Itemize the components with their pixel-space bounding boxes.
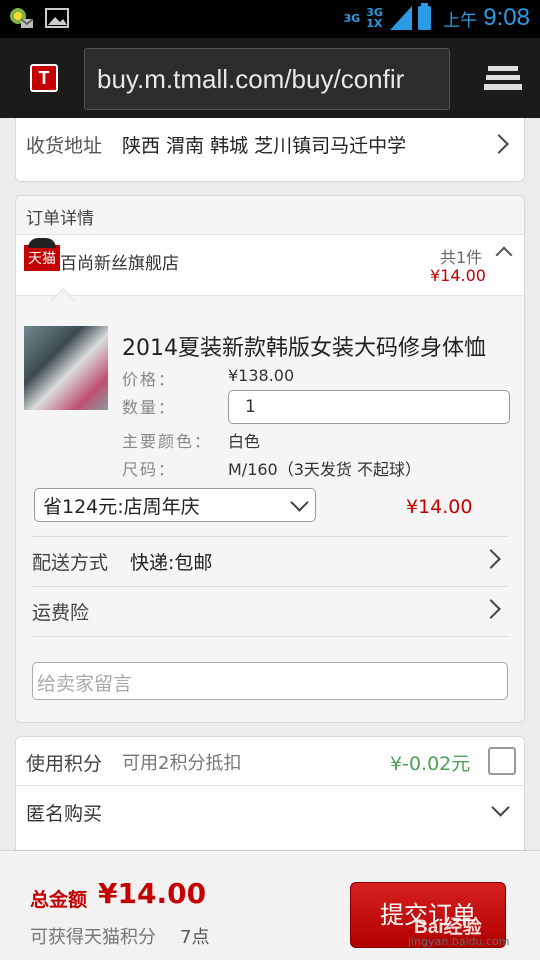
divider [32, 636, 508, 637]
chevron-right-icon [489, 134, 509, 154]
quantity-label: 数量： [122, 398, 177, 417]
points-amount: ¥-0.02元 [390, 753, 471, 775]
status-ampm: 上午 [443, 10, 478, 31]
browser-toolbar: T buy.m.tmall.com/buy/confir [0, 38, 540, 118]
quantity-input[interactable]: 1 [228, 390, 510, 424]
earn-points-value: 7点 [180, 927, 210, 948]
divider [32, 536, 508, 537]
chevron-down-icon [491, 798, 510, 817]
signal-icon [390, 6, 413, 30]
total-label: 总金额 [30, 889, 88, 911]
price-label: 价格： [122, 370, 177, 389]
url-bar[interactable]: buy.m.tmall.com/buy/confir [84, 48, 450, 110]
battery-icon [418, 3, 432, 30]
product-title: 2014夏装新款韩版女装大码修身体恤 [122, 336, 486, 361]
status-bar: 3G 3G 1X 上午 9:08 [0, 0, 540, 38]
promotion-select[interactable]: 省124元:店周年庆 [34, 488, 316, 522]
page-content: 收货地址 陕西 渭南 韩城 芝川镇司马迁中学 订单详情 天猫 百尚新丝旗舰店 共… [0, 118, 540, 850]
size-label: 尺码： [122, 460, 177, 479]
earn-points-label: 可获得天猫积分 [30, 927, 156, 948]
image-notification-icon [45, 8, 69, 28]
store-name: 百尚新丝旗舰店 [60, 254, 179, 274]
order-details-card: 订单详情 天猫 百尚新丝旗舰店 共1件 ¥14.00 2014夏装新款韩版女装大… [15, 195, 525, 723]
order-details-title: 订单详情 [26, 209, 94, 229]
store-item-count: 共1件 [440, 248, 483, 267]
anonymous-purchase-label: 匿名购买 [26, 803, 103, 825]
product-image [24, 326, 108, 410]
color-label: 主要颜色： [122, 432, 213, 451]
status-time: 9:08 [483, 4, 530, 31]
size-value: M/160（3天发货 不起球） [228, 460, 422, 479]
color-value: 白色 [228, 432, 261, 451]
watermark-url: jingyan.baidu.com [408, 935, 510, 948]
store-subtotal: ¥14.00 [430, 266, 486, 285]
seller-message-input[interactable]: 给卖家留言 [32, 662, 508, 700]
shipping-label: 配送方式 [32, 552, 109, 574]
total-amount: ¥14.00 [98, 877, 207, 910]
shipping-value: 快递:包邮 [130, 552, 213, 574]
promotion-selected-value: 省124元:店周年庆 [43, 496, 200, 518]
tmall-badge-icon: 天猫 [24, 238, 60, 271]
chevron-right-icon [481, 599, 501, 619]
notification-app-icon [10, 8, 34, 28]
network-3g1x-indicator: 3G 1X [366, 6, 383, 30]
promotion-price: ¥14.00 [406, 496, 473, 518]
address-label: 收货地址 [26, 135, 103, 157]
divider [16, 785, 524, 786]
chevron-right-icon [481, 549, 501, 569]
shipping-insurance-label: 运费险 [32, 602, 90, 624]
points-label: 使用积分 [26, 753, 103, 775]
divider [32, 586, 508, 587]
chevron-down-icon [290, 493, 309, 512]
price-value: ¥138.00 [228, 366, 295, 385]
store-row[interactable]: 天猫 百尚新丝旗舰店 共1件 ¥14.00 [16, 234, 524, 296]
points-description: 可用2积分抵扣 [122, 753, 242, 774]
network-3g-indicator: 3G [343, 11, 361, 25]
chevron-up-icon[interactable] [495, 246, 513, 264]
use-points-checkbox[interactable] [488, 747, 516, 775]
address-row[interactable]: 收货地址 陕西 渭南 韩城 芝川镇司马迁中学 [15, 118, 525, 182]
tabs-menu-icon[interactable] [484, 64, 522, 94]
points-card: 使用积分 可用2积分抵扣 ¥-0.02元 匿名购买 [15, 736, 525, 850]
tmall-logo-icon[interactable]: T [30, 64, 58, 92]
address-value: 陕西 渭南 韩城 芝川镇司马迁中学 [122, 135, 407, 157]
